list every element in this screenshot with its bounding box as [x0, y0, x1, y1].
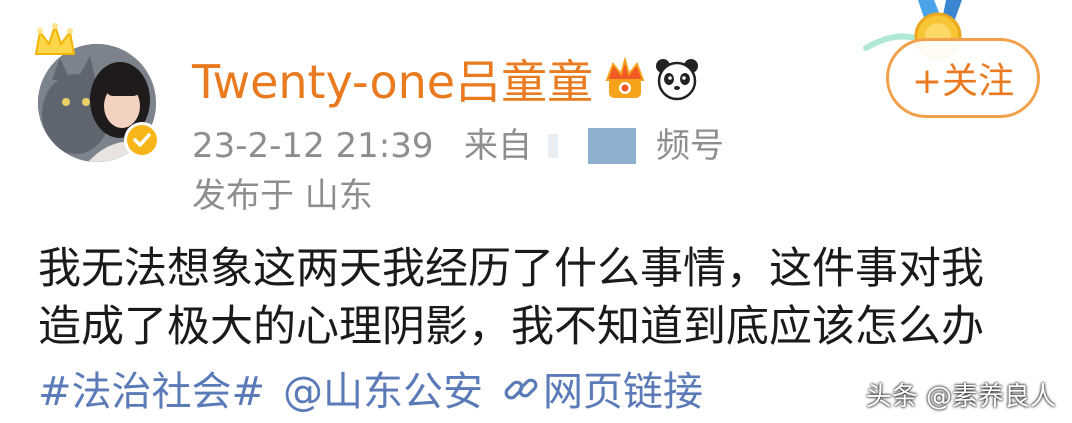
web-link[interactable]: 网页链接 [501, 364, 703, 420]
avatar-container[interactable] [34, 22, 160, 162]
post-timestamp: 23-2-12 21:39 [192, 126, 434, 166]
username[interactable]: Twenty-one吕童童 [192, 54, 593, 110]
post-body: 我无法想象这两天我经历了什么事情，这件事对我 造成了极大的心理阴影，我不知道到底… [38, 240, 1038, 356]
vip-crown-icon [605, 56, 645, 98]
follow-button[interactable]: +关注 [886, 38, 1040, 118]
post-location: 发布于 山东 [192, 176, 373, 216]
post-body-line: 造成了极大的心理阴影，我不知道到底应该怎么办 [38, 302, 984, 352]
mention-link[interactable]: @山东公安 [283, 364, 483, 420]
topic-hashtag-link[interactable]: #法治社会# [38, 364, 265, 420]
source-prefix: 来自 [464, 126, 532, 166]
post-links: #法治社会# @山东公安 网页链接 [38, 364, 703, 420]
crown-decoration-icon [34, 22, 76, 55]
web-link-label: 网页链接 [543, 369, 704, 415]
watermark: 头条 @素养良人 [865, 382, 1056, 412]
weibo-post-card: Twenty-one吕童童 23-2-12 21:39 来自 频号 发布于 山东… [0, 0, 1072, 423]
verified-badge-icon [124, 122, 160, 158]
link-chain-icon [504, 378, 538, 400]
panda-icon [656, 59, 698, 101]
post-body-line: 我无法想象这两天我经历了什么事情，这件事对我 [38, 244, 984, 294]
source-suffix: 频号 [656, 126, 724, 166]
redacted-source-mask [544, 126, 656, 166]
